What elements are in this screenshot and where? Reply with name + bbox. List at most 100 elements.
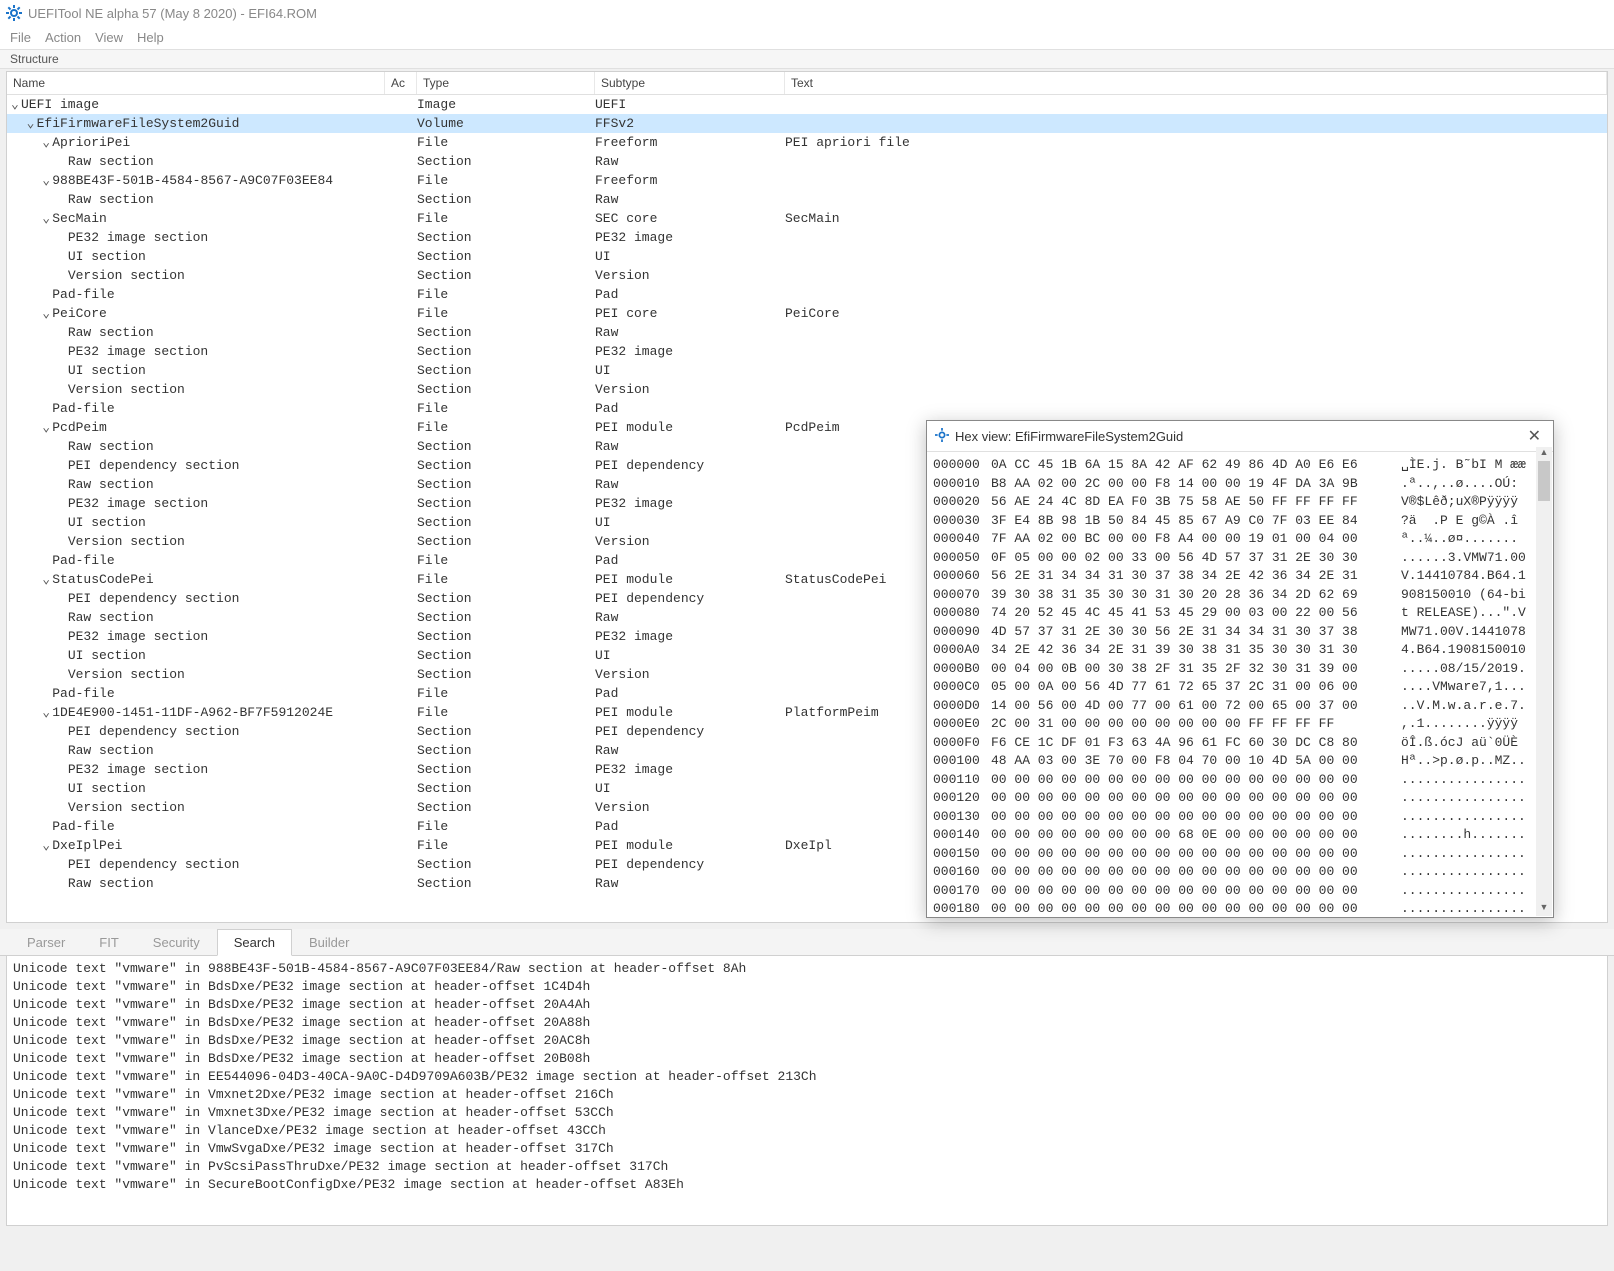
tree-row[interactable]: UI sectionSectionUI [7, 361, 1607, 380]
col-type[interactable]: Type [417, 72, 595, 94]
tree-row[interactable]: Pad-fileFilePad [7, 399, 1607, 418]
menu-file[interactable]: File [10, 30, 31, 45]
hex-row[interactable]: 0000C005 00 0A 00 56 4D 77 61 72 65 37 2… [933, 678, 1547, 697]
expand-arrow-icon[interactable] [42, 684, 52, 703]
tab-parser[interactable]: Parser [10, 929, 82, 956]
expand-arrow-icon[interactable] [58, 855, 68, 874]
hex-row[interactable]: 00006056 2E 31 34 34 31 30 37 38 34 2E 4… [933, 567, 1547, 586]
expand-arrow-icon[interactable]: ⌄ [27, 114, 37, 133]
tree-row[interactable]: ⌄AprioriPeiFileFreeformPEI apriori file [7, 133, 1607, 152]
expand-arrow-icon[interactable] [58, 741, 68, 760]
expand-arrow-icon[interactable] [58, 342, 68, 361]
expand-arrow-icon[interactable]: ⌄ [42, 418, 52, 437]
expand-arrow-icon[interactable] [42, 551, 52, 570]
search-result-line[interactable]: Unicode text "vmware" in BdsDxe/PE32 ima… [13, 1032, 1601, 1050]
expand-arrow-icon[interactable] [58, 247, 68, 266]
expand-arrow-icon[interactable]: ⌄ [42, 836, 52, 855]
hex-row[interactable]: 00008074 20 52 45 4C 45 41 53 45 29 00 0… [933, 604, 1547, 623]
expand-arrow-icon[interactable] [58, 722, 68, 741]
col-text[interactable]: Text [785, 72, 1607, 94]
expand-arrow-icon[interactable] [58, 152, 68, 171]
col-action[interactable]: Ac [385, 72, 417, 94]
hex-row[interactable]: 0000F0F6 CE 1C DF 01 F3 63 4A 96 61 FC 6… [933, 734, 1547, 753]
hex-row[interactable]: 00002056 AE 24 4C 8D EA F0 3B 75 58 AE 5… [933, 493, 1547, 512]
expand-arrow-icon[interactable] [58, 361, 68, 380]
hex-row[interactable]: 0000500F 05 00 00 02 00 33 00 56 4D 57 3… [933, 549, 1547, 568]
hex-row[interactable]: 0000D014 00 56 00 4D 00 77 00 61 00 72 0… [933, 697, 1547, 716]
menu-view[interactable]: View [95, 30, 123, 45]
hex-row[interactable]: 0000E02C 00 31 00 00 00 00 00 00 00 00 F… [933, 715, 1547, 734]
tree-row[interactable]: ⌄UEFI imageImageUEFI [7, 95, 1607, 114]
menu-help[interactable]: Help [137, 30, 164, 45]
search-result-line[interactable]: Unicode text "vmware" in BdsDxe/PE32 ima… [13, 1014, 1601, 1032]
col-subtype[interactable]: Subtype [595, 72, 785, 94]
search-results[interactable]: Unicode text "vmware" in 988BE43F-501B-4… [6, 956, 1608, 1226]
expand-arrow-icon[interactable] [42, 817, 52, 836]
expand-arrow-icon[interactable] [58, 475, 68, 494]
hex-row[interactable]: 0000904D 57 37 31 2E 30 30 56 2E 31 34 3… [933, 623, 1547, 642]
hex-row[interactable]: 00011000 00 00 00 00 00 00 00 00 00 00 0… [933, 771, 1547, 790]
search-result-line[interactable]: Unicode text "vmware" in Vmxnet3Dxe/PE32… [13, 1104, 1601, 1122]
hex-scrollbar[interactable]: ▲ ▼ [1536, 447, 1552, 916]
hex-row[interactable]: 00017000 00 00 00 00 00 00 00 00 00 00 0… [933, 882, 1547, 901]
hex-row[interactable]: 000010B8 AA 02 00 2C 00 00 F8 14 00 00 1… [933, 475, 1547, 494]
tree-row[interactable]: Raw sectionSectionRaw [7, 152, 1607, 171]
expand-arrow-icon[interactable] [58, 190, 68, 209]
tree-row[interactable]: Version sectionSectionVersion [7, 266, 1607, 285]
tree-row[interactable]: PE32 image sectionSectionPE32 image [7, 228, 1607, 247]
tree-row[interactable]: Raw sectionSectionRaw [7, 323, 1607, 342]
expand-arrow-icon[interactable] [58, 760, 68, 779]
search-result-line[interactable]: Unicode text "vmware" in Vmxnet2Dxe/PE32… [13, 1086, 1601, 1104]
expand-arrow-icon[interactable]: ⌄ [42, 703, 52, 722]
tab-builder[interactable]: Builder [292, 929, 366, 956]
expand-arrow-icon[interactable] [58, 380, 68, 399]
hex-row[interactable]: 0000000A CC 45 1B 6A 15 8A 42 AF 62 49 8… [933, 456, 1547, 475]
search-result-line[interactable]: Unicode text "vmware" in EE544096-04D3-4… [13, 1068, 1601, 1086]
tab-security[interactable]: Security [136, 929, 217, 956]
tree-row[interactable]: PE32 image sectionSectionPE32 image [7, 342, 1607, 361]
expand-arrow-icon[interactable] [58, 798, 68, 817]
expand-arrow-icon[interactable] [58, 437, 68, 456]
expand-arrow-icon[interactable] [58, 665, 68, 684]
expand-arrow-icon[interactable] [58, 494, 68, 513]
expand-arrow-icon[interactable] [58, 228, 68, 247]
expand-arrow-icon[interactable] [58, 874, 68, 893]
hex-view-close-button[interactable]: ✕ [1524, 426, 1545, 446]
tree-row[interactable]: Raw sectionSectionRaw [7, 190, 1607, 209]
tree-row[interactable]: ⌄SecMainFileSEC coreSecMain [7, 209, 1607, 228]
expand-arrow-icon[interactable] [58, 608, 68, 627]
scroll-up-icon[interactable]: ▲ [1536, 447, 1552, 461]
hex-view-body[interactable]: 0000000A CC 45 1B 6A 15 8A 42 AF 62 49 8… [927, 452, 1553, 917]
hex-row[interactable]: 0000407F AA 02 00 BC 00 00 F8 A4 00 00 1… [933, 530, 1547, 549]
expand-arrow-icon[interactable] [58, 323, 68, 342]
expand-arrow-icon[interactable] [42, 285, 52, 304]
expand-arrow-icon[interactable] [58, 646, 68, 665]
tree-row[interactable]: Version sectionSectionVersion [7, 380, 1607, 399]
expand-arrow-icon[interactable] [58, 532, 68, 551]
tree-row[interactable]: ⌄PeiCoreFilePEI corePeiCore [7, 304, 1607, 323]
tab-fit[interactable]: FIT [82, 929, 136, 956]
hex-row[interactable]: 00012000 00 00 00 00 00 00 00 00 00 00 0… [933, 789, 1547, 808]
scroll-thumb[interactable] [1538, 461, 1550, 501]
search-result-line[interactable]: Unicode text "vmware" in BdsDxe/PE32 ima… [13, 1050, 1601, 1068]
search-result-line[interactable]: Unicode text "vmware" in BdsDxe/PE32 ima… [13, 978, 1601, 996]
hex-row[interactable]: 00007039 30 38 31 35 30 30 31 30 20 28 3… [933, 586, 1547, 605]
search-result-line[interactable]: Unicode text "vmware" in 988BE43F-501B-4… [13, 960, 1601, 978]
search-result-line[interactable]: Unicode text "vmware" in VlanceDxe/PE32 … [13, 1122, 1601, 1140]
expand-arrow-icon[interactable] [58, 779, 68, 798]
col-name[interactable]: Name [7, 72, 385, 94]
expand-arrow-icon[interactable] [42, 399, 52, 418]
hex-row[interactable]: 00015000 00 00 00 00 00 00 00 00 00 00 0… [933, 845, 1547, 864]
expand-arrow-icon[interactable]: ⌄ [42, 304, 52, 323]
expand-arrow-icon[interactable]: ⌄ [11, 95, 21, 114]
hex-row[interactable]: 00016000 00 00 00 00 00 00 00 00 00 00 0… [933, 863, 1547, 882]
expand-arrow-icon[interactable] [58, 589, 68, 608]
expand-arrow-icon[interactable]: ⌄ [42, 209, 52, 228]
hex-row[interactable]: 00014000 00 00 00 00 00 00 00 68 0E 00 0… [933, 826, 1547, 845]
expand-arrow-icon[interactable] [58, 513, 68, 532]
expand-arrow-icon[interactable] [58, 266, 68, 285]
search-result-line[interactable]: Unicode text "vmware" in BdsDxe/PE32 ima… [13, 996, 1601, 1014]
expand-arrow-icon[interactable]: ⌄ [42, 570, 52, 589]
expand-arrow-icon[interactable]: ⌄ [42, 171, 52, 190]
hex-row[interactable]: 00013000 00 00 00 00 00 00 00 00 00 00 0… [933, 808, 1547, 827]
